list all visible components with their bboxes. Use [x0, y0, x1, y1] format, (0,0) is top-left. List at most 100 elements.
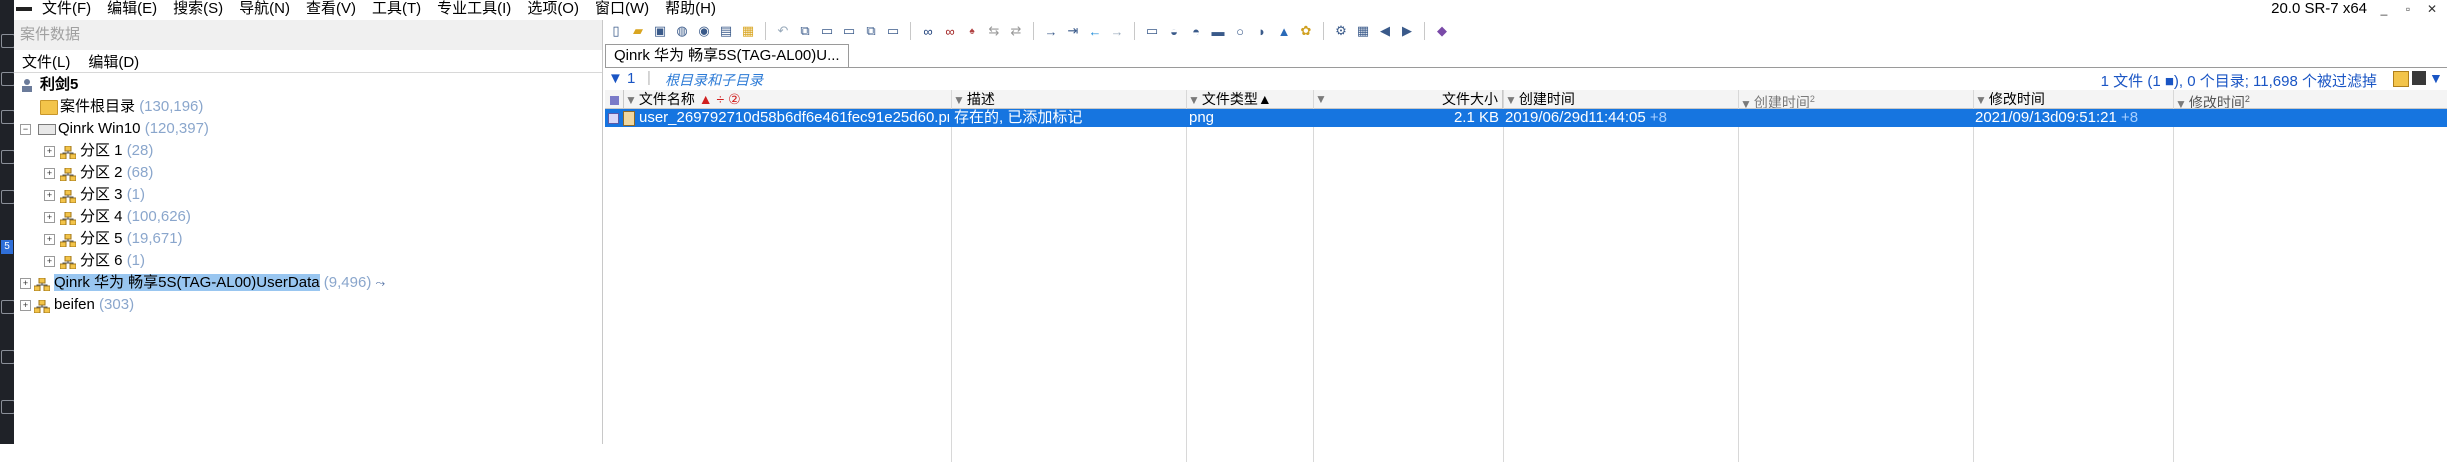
- open-folder-icon[interactable]: ▰: [629, 23, 647, 39]
- filter-icon[interactable]: ▼: [1315, 90, 1327, 108]
- back-icon[interactable]: ←: [1086, 23, 1104, 39]
- menu-window[interactable]: 窗口(W): [587, 0, 657, 18]
- menu-pro-tools[interactable]: 专业工具(I): [429, 0, 519, 18]
- tree-item-partition[interactable]: + 分区 6 (1): [14, 250, 602, 272]
- magnifier-icon[interactable]: ○: [1231, 23, 1249, 39]
- panel-menu-edit[interactable]: 编辑(D): [80, 51, 149, 72]
- expand-icon[interactable]: +: [44, 234, 55, 245]
- table-row[interactable]: user_269792710d58b6df6e461fec91e25d60.pn…: [605, 109, 2447, 127]
- tree-item-partition[interactable]: + 分区 5 (19,671): [14, 228, 602, 250]
- expand-icon[interactable]: +: [44, 212, 55, 223]
- filter-icon[interactable]: ▼: [1740, 97, 1752, 108]
- row-checkbox[interactable]: [608, 109, 620, 127]
- folder-icon[interactable]: [2393, 71, 2409, 87]
- tree-item-userdata[interactable]: + Qinrk 华为 畅享5S(TAG-AL00)UserData (9,496…: [14, 272, 602, 294]
- filter-icon[interactable]: ▼: [625, 93, 637, 107]
- expand-icon[interactable]: +: [44, 146, 55, 157]
- next-mark-icon[interactable]: ▶: [1398, 23, 1416, 39]
- new-doc-icon[interactable]: ▯: [607, 23, 625, 39]
- filter-icon[interactable]: ▼: [2429, 71, 2443, 85]
- restore-icon[interactable]: ▫: [2397, 0, 2419, 18]
- drive-tool-icon[interactable]: ▭: [1143, 23, 1161, 39]
- strip-icon[interactable]: [1, 300, 15, 314]
- copy-list-icon[interactable]: ⧉: [862, 23, 880, 39]
- scope-label[interactable]: 根目录和子目录: [665, 70, 763, 90]
- cut-icon[interactable]: ▭: [840, 23, 858, 39]
- goto-offset-icon[interactable]: ⇥: [1064, 23, 1082, 39]
- strip-icon[interactable]: [1, 72, 15, 86]
- menu-tools[interactable]: 工具(T): [364, 0, 429, 18]
- prev-mark-icon[interactable]: ◀: [1376, 23, 1394, 39]
- menu-view[interactable]: 查看(V): [298, 0, 364, 18]
- select-all-checkbox[interactable]: [605, 90, 624, 108]
- tree-item-partition[interactable]: + 分区 1 (28): [14, 140, 602, 162]
- save-icon[interactable]: ▣: [651, 23, 669, 39]
- close-icon[interactable]: ✕: [2421, 0, 2443, 18]
- tree-item-win10[interactable]: − Qinrk Win10 (120,397): [14, 118, 602, 140]
- disk-tool-icon[interactable]: ◒: [1165, 23, 1183, 39]
- col-desc-header[interactable]: ▼ 描述: [951, 90, 1187, 108]
- filter-icon[interactable]: ▼: [1975, 93, 1987, 107]
- calc-icon[interactable]: ▦: [1354, 23, 1372, 39]
- strip-icon[interactable]: [1, 350, 15, 364]
- tree-item-partition[interactable]: + 分区 4 (100,626): [14, 206, 602, 228]
- strip-icon[interactable]: [1, 400, 15, 414]
- replace-icon[interactable]: ⇆: [985, 23, 1003, 39]
- collapse-icon[interactable]: −: [20, 124, 31, 135]
- tools-icon[interactable]: ⚙: [1332, 23, 1350, 39]
- filter-icon[interactable]: ▼: [953, 93, 965, 107]
- binoculars-icon[interactable]: ∞: [919, 23, 937, 39]
- menu-options[interactable]: 选项(O): [519, 0, 587, 18]
- expand-icon[interactable]: +: [20, 300, 31, 311]
- menu-navigate[interactable]: 导航(N): [231, 0, 298, 18]
- menu-edit[interactable]: 编辑(E): [99, 0, 165, 18]
- expand-icon[interactable]: +: [20, 278, 31, 289]
- filter-icon[interactable]: ▼: [1188, 93, 1200, 107]
- copy-icon[interactable]: ⧉: [796, 23, 814, 39]
- chart-icon[interactable]: ▲: [1275, 23, 1293, 39]
- replace-hex-icon[interactable]: ⇄: [1007, 23, 1025, 39]
- strip-icon[interactable]: [1, 34, 15, 48]
- notification-badge[interactable]: 5: [1, 240, 13, 254]
- col-created2-header[interactable]: ▼ 创建时间2: [1738, 90, 1974, 108]
- goto-icon[interactable]: →: [1042, 23, 1060, 39]
- disk-icon[interactable]: ◍: [673, 23, 691, 39]
- menu-search[interactable]: 搜索(S): [165, 0, 231, 18]
- forward-icon[interactable]: →: [1108, 23, 1126, 39]
- col-name-header[interactable]: ▼ 文件名称 ▲ ÷ ②: [623, 90, 952, 108]
- filter-icon[interactable]: ▼: [1505, 93, 1517, 107]
- tree-item-root[interactable]: 案件根目录 (130,196): [14, 96, 602, 118]
- expand-icon[interactable]: +: [44, 256, 55, 267]
- book-icon[interactable]: ◆: [1433, 23, 1451, 39]
- undo-icon[interactable]: ↶: [774, 23, 792, 39]
- save-icon[interactable]: [2412, 71, 2426, 85]
- snapshot-icon[interactable]: ◉: [695, 23, 713, 39]
- panel-menu-file[interactable]: 文件(L): [14, 51, 80, 72]
- paste-icon[interactable]: ▭: [818, 23, 836, 39]
- export-icon[interactable]: ▤: [717, 23, 735, 39]
- image-tool-icon[interactable]: ◓: [1187, 23, 1205, 39]
- properties-icon[interactable]: ▭: [884, 23, 902, 39]
- menu-help[interactable]: 帮助(H): [657, 0, 724, 18]
- col-size-header[interactable]: ▼ 文件大小: [1313, 90, 1503, 108]
- tab-userdata[interactable]: Qinrk 华为 畅享5S(TAG-AL00)U...: [605, 44, 849, 67]
- tree-item-partition[interactable]: + 分区 2 (68): [14, 162, 602, 184]
- tree-item-partition[interactable]: + 分区 3 (1): [14, 184, 602, 206]
- strip-icon[interactable]: [1, 190, 15, 204]
- strip-icon[interactable]: [1, 150, 15, 164]
- col-type-header[interactable]: ▼ 文件类型▲: [1186, 90, 1314, 108]
- expand-icon[interactable]: +: [44, 190, 55, 201]
- menu-file[interactable]: 文件(F): [34, 0, 99, 18]
- filter-icon[interactable]: ▼: [2175, 97, 2187, 108]
- find-hex-icon[interactable]: ♠: [963, 23, 981, 39]
- minimize-icon[interactable]: _: [2373, 0, 2395, 18]
- col-created-header[interactable]: ▼ 创建时间: [1503, 90, 1739, 108]
- col-modified2-header[interactable]: ▼ 修改时间2: [2173, 90, 2447, 108]
- filter-indicator[interactable]: ▼ 1: [608, 70, 635, 87]
- ram-icon[interactable]: ▬: [1209, 23, 1227, 39]
- col-modified-header[interactable]: ▼ 修改时间: [1973, 90, 2174, 108]
- find-text-icon[interactable]: ∞: [941, 23, 959, 39]
- tree-item-beifen[interactable]: + beifen (303): [14, 294, 602, 316]
- chat-icon[interactable]: ◗: [1253, 23, 1271, 39]
- gallery-icon[interactable]: ✿: [1297, 23, 1315, 39]
